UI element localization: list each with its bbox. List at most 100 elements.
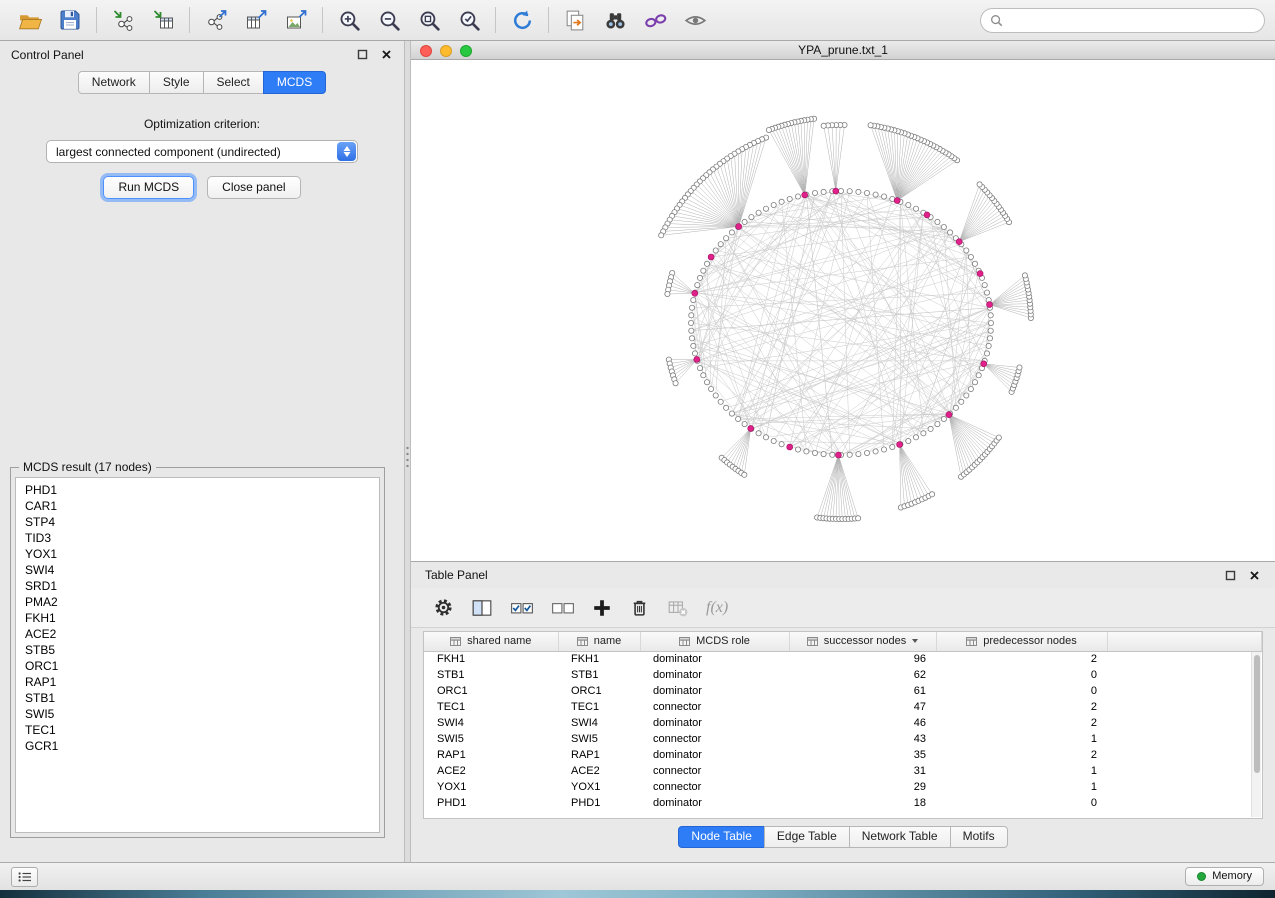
table-row[interactable]: ORC1ORC1dominator610 (424, 683, 1262, 699)
import-network-button[interactable] (103, 3, 143, 37)
mcds-result-item[interactable]: RAP1 (25, 674, 379, 690)
float-panel-icon[interactable] (355, 48, 369, 62)
network-graph (411, 60, 1275, 561)
column-header-name[interactable]: name (558, 632, 640, 651)
mcds-result-item[interactable]: ORC1 (25, 658, 379, 674)
zoom-out-button[interactable] (369, 3, 409, 37)
import-table-button[interactable] (143, 3, 183, 37)
zoom-fit-icon (417, 8, 442, 33)
table-cell: STB1 (558, 667, 640, 683)
show-hide-button[interactable] (675, 3, 715, 37)
tab-style[interactable]: Style (149, 71, 204, 94)
tab-edge-table[interactable]: Edge Table (764, 826, 850, 848)
application-window: Control Panel Network Style Select MCDS … (0, 0, 1275, 898)
tab-network-table[interactable]: Network Table (849, 826, 951, 848)
mcds-result-list[interactable]: PHD1CAR1STP4TID3YOX1SWI4SRD1PMA2FKH1ACE2… (15, 477, 380, 833)
control-panel-title: Control Panel (11, 48, 84, 62)
close-panel-icon[interactable] (1247, 568, 1261, 582)
table-row[interactable]: SWI5SWI5connector431 (424, 731, 1262, 747)
table-row[interactable]: ACE2ACE2connector311 (424, 763, 1262, 779)
mcds-result-item[interactable]: TEC1 (25, 722, 379, 738)
deselect-all-button[interactable] (551, 597, 575, 619)
function-builder-button[interactable]: f(x) (706, 599, 728, 617)
mcds-result-item[interactable]: ACE2 (25, 626, 379, 642)
tab-mcds[interactable]: MCDS (263, 71, 326, 94)
column-header-successor-nodes[interactable]: successor nodes (789, 632, 936, 651)
mcds-result-item[interactable]: FKH1 (25, 610, 379, 626)
network-canvas[interactable] (411, 60, 1275, 561)
delete-table-button[interactable] (667, 597, 689, 619)
zoom-fit-button[interactable] (409, 3, 449, 37)
column-header-predecessor-nodes[interactable]: predecessor nodes (936, 632, 1107, 651)
mcds-result-item[interactable]: CAR1 (25, 498, 379, 514)
table-cell: 47 (789, 699, 936, 715)
zoom-selected-button[interactable] (449, 3, 489, 37)
mcds-result-item[interactable]: SRD1 (25, 578, 379, 594)
table-row[interactable]: YOX1YOX1connector291 (424, 779, 1262, 795)
refresh-button[interactable] (502, 3, 542, 37)
status-menu-button[interactable] (11, 867, 38, 887)
table-row[interactable]: STB1STB1dominator620 (424, 667, 1262, 683)
save-session-button[interactable] (50, 3, 90, 37)
table-row[interactable]: RAP1RAP1dominator352 (424, 747, 1262, 763)
export-network-button[interactable] (196, 3, 236, 37)
panel-splitter[interactable] (404, 41, 411, 862)
export-table-button[interactable] (236, 3, 276, 37)
find-button[interactable] (595, 3, 635, 37)
table-row[interactable]: FKH1FKH1dominator962 (424, 651, 1262, 667)
table-row[interactable]: SWI4SWI4dominator462 (424, 715, 1262, 731)
scrollbar-thumb[interactable] (1254, 655, 1260, 773)
run-mcds-button[interactable]: Run MCDS (103, 176, 194, 199)
close-panel-button[interactable]: Close panel (207, 176, 300, 199)
memory-button[interactable]: Memory (1185, 867, 1264, 886)
tab-node-table[interactable]: Node Table (678, 826, 765, 848)
table-row[interactable]: TEC1TEC1connector472 (424, 699, 1262, 715)
show-columns-button[interactable] (471, 597, 493, 619)
mcds-result-item[interactable]: STB1 (25, 690, 379, 706)
glasses-view-button[interactable] (635, 3, 675, 37)
toolbar-separator (322, 7, 323, 33)
mcds-result-item[interactable]: YOX1 (25, 546, 379, 562)
zoom-in-button[interactable] (329, 3, 369, 37)
memory-status-icon (1197, 872, 1206, 881)
table-cell: ACE2 (558, 763, 640, 779)
mcds-result-item[interactable]: PHD1 (25, 482, 379, 498)
table-cell-filler (1107, 779, 1262, 795)
float-panel-icon[interactable] (1223, 568, 1237, 582)
tab-network[interactable]: Network (78, 71, 150, 94)
export-network-icon (204, 8, 229, 32)
table-delete-icon (667, 597, 689, 619)
add-column-button[interactable] (592, 598, 612, 618)
table-row[interactable]: PHD1PHD1dominator180 (424, 795, 1262, 811)
mcds-result-item[interactable]: PMA2 (25, 594, 379, 610)
table-settings-button[interactable] (433, 597, 454, 618)
mcds-result-item[interactable]: SWI5 (25, 706, 379, 722)
minimize-window-button[interactable] (440, 45, 452, 57)
select-all-button[interactable] (510, 597, 534, 619)
mcds-result-item[interactable]: STB5 (25, 642, 379, 658)
mcds-result-item[interactable]: SWI4 (25, 562, 379, 578)
column-header-shared-name[interactable]: shared name (424, 632, 558, 651)
table-cell: 62 (789, 667, 936, 683)
mcds-result-item[interactable]: TID3 (25, 530, 379, 546)
column-header-mcds-role[interactable]: MCDS role (640, 632, 789, 651)
clone-network-button[interactable] (555, 3, 595, 37)
criterion-dropdown[interactable]: largest connected component (undirected) (46, 140, 358, 163)
column-header-filler (1107, 632, 1262, 651)
export-image-button[interactable] (276, 3, 316, 37)
close-window-button[interactable] (420, 45, 432, 57)
maximize-window-button[interactable] (460, 45, 472, 57)
table-scrollbar[interactable] (1251, 652, 1261, 817)
open-file-button[interactable] (10, 3, 50, 37)
tab-select[interactable]: Select (203, 71, 264, 94)
network-window-title: YPA_prune.txt_1 (798, 43, 888, 57)
delete-column-button[interactable] (629, 597, 650, 618)
search-input[interactable] (1008, 13, 1255, 27)
mcds-result-item[interactable]: STP4 (25, 514, 379, 530)
tab-motifs[interactable]: Motifs (950, 826, 1008, 848)
close-panel-icon[interactable] (379, 48, 393, 62)
search-box[interactable] (980, 8, 1265, 33)
mcds-result-item[interactable]: GCR1 (25, 738, 379, 754)
toolbar-separator (548, 7, 549, 33)
table-cell: RAP1 (558, 747, 640, 763)
